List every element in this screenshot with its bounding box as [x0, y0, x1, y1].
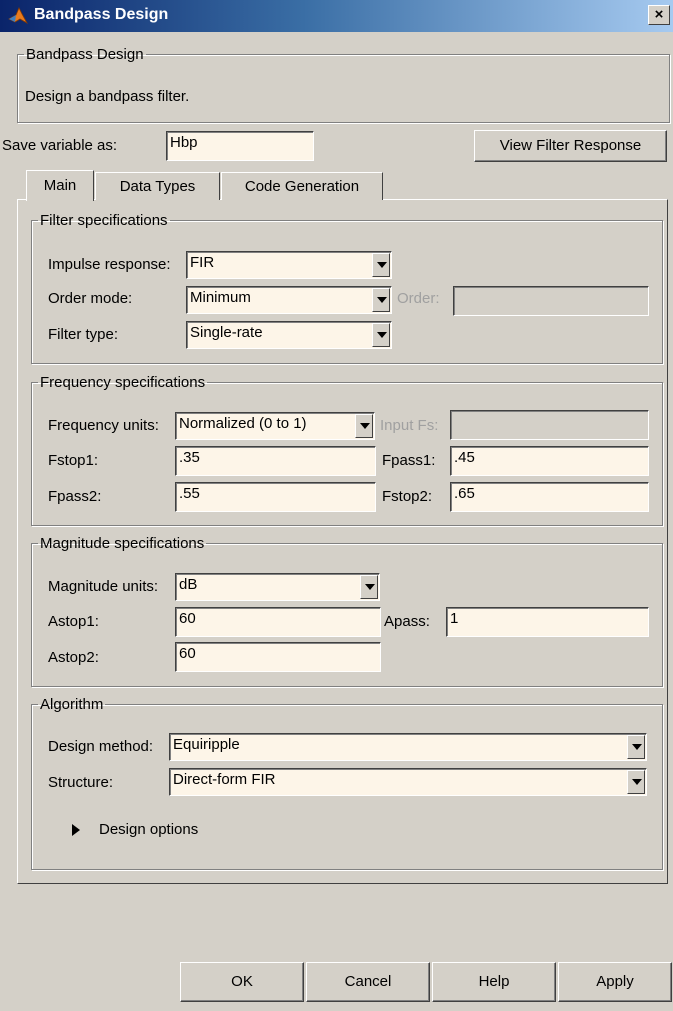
ok-button[interactable]: OK — [180, 962, 304, 1002]
apass-input[interactable]: 1 — [446, 607, 649, 637]
order-mode-select[interactable]: Minimum — [186, 286, 392, 314]
tab-data-types[interactable]: Data Types — [95, 172, 220, 200]
expand-triangle-icon[interactable] — [72, 824, 80, 836]
structure-value: Direct-form FIR — [173, 771, 276, 788]
apass-label: Apass: — [384, 613, 430, 630]
frequency-specifications-title: Frequency specifications — [40, 374, 206, 391]
order-mode-label: Order mode: — [48, 290, 133, 307]
fstop1-label: Fstop1: — [48, 452, 99, 469]
fstop2-input[interactable]: .65 — [450, 482, 649, 512]
close-button[interactable]: × — [648, 5, 670, 25]
design-method-label: Design method: — [48, 738, 154, 755]
fpass1-label: Fpass1: — [382, 452, 436, 469]
impulse-response-value: FIR — [190, 254, 215, 271]
fstop1-input[interactable]: .35 — [175, 446, 376, 476]
chevron-down-icon[interactable] — [355, 414, 373, 438]
astop1-input[interactable]: 60 — [175, 607, 381, 637]
chevron-down-icon[interactable] — [360, 575, 378, 599]
tab-main[interactable]: Main — [26, 170, 94, 201]
apply-button[interactable]: Apply — [558, 962, 672, 1002]
chevron-down-icon[interactable] — [372, 288, 390, 312]
astop2-input[interactable]: 60 — [175, 642, 381, 672]
design-method-select[interactable]: Equiripple — [169, 733, 647, 761]
design-method-value: Equiripple — [173, 736, 240, 753]
frequency-units-value: Normalized (0 to 1) — [179, 415, 307, 432]
view-filter-response-button[interactable]: View Filter Response — [474, 130, 667, 162]
save-variable-input[interactable]: Hbp — [166, 131, 314, 161]
algorithm-title: Algorithm — [40, 696, 104, 713]
chevron-down-icon[interactable] — [627, 770, 645, 794]
magnitude-units-value: dB — [179, 576, 198, 593]
astop2-label: Astop2: — [48, 649, 99, 666]
structure-select[interactable]: Direct-form FIR — [169, 768, 647, 796]
help-button[interactable]: Help — [432, 962, 556, 1002]
chevron-down-icon[interactable] — [372, 253, 390, 277]
filter-type-select[interactable]: Single-rate — [186, 321, 392, 349]
header-group-title: Bandpass Design — [26, 46, 144, 63]
input-fs-input — [450, 410, 649, 440]
order-label: Order: — [397, 290, 440, 307]
order-input — [453, 286, 649, 316]
filter-specifications-title: Filter specifications — [40, 212, 168, 229]
window-title: Bandpass Design — [34, 6, 169, 23]
impulse-response-select[interactable]: FIR — [186, 251, 392, 279]
chevron-down-icon[interactable] — [627, 735, 645, 759]
fpass2-label: Fpass2: — [48, 488, 102, 505]
fstop2-label: Fstop2: — [382, 488, 433, 505]
filter-type-value: Single-rate — [190, 324, 263, 341]
chevron-down-icon[interactable] — [372, 323, 390, 347]
magnitude-specifications-title: Magnitude specifications — [40, 535, 205, 552]
save-variable-label: Save variable as: — [2, 137, 118, 154]
order-mode-value: Minimum — [190, 289, 251, 306]
frequency-units-select[interactable]: Normalized (0 to 1) — [175, 412, 375, 440]
fpass1-input[interactable]: .45 — [450, 446, 649, 476]
astop1-label: Astop1: — [48, 613, 99, 630]
cancel-button[interactable]: Cancel — [306, 962, 430, 1002]
tab-code-generation[interactable]: Code Generation — [221, 172, 383, 200]
fpass2-input[interactable]: .55 — [175, 482, 376, 512]
matlab-logo-icon — [8, 7, 28, 25]
magnitude-units-select[interactable]: dB — [175, 573, 380, 601]
filter-type-label: Filter type: — [48, 326, 119, 343]
design-options-toggle[interactable]: Design options — [99, 821, 198, 838]
impulse-response-label: Impulse response: — [48, 256, 171, 273]
magnitude-units-label: Magnitude units: — [48, 578, 159, 595]
input-fs-label: Input Fs: — [380, 417, 439, 434]
frequency-units-label: Frequency units: — [48, 417, 159, 434]
header-group: Bandpass Design — [17, 46, 670, 123]
structure-label: Structure: — [48, 774, 114, 791]
description-text: Design a bandpass filter. — [25, 88, 190, 105]
